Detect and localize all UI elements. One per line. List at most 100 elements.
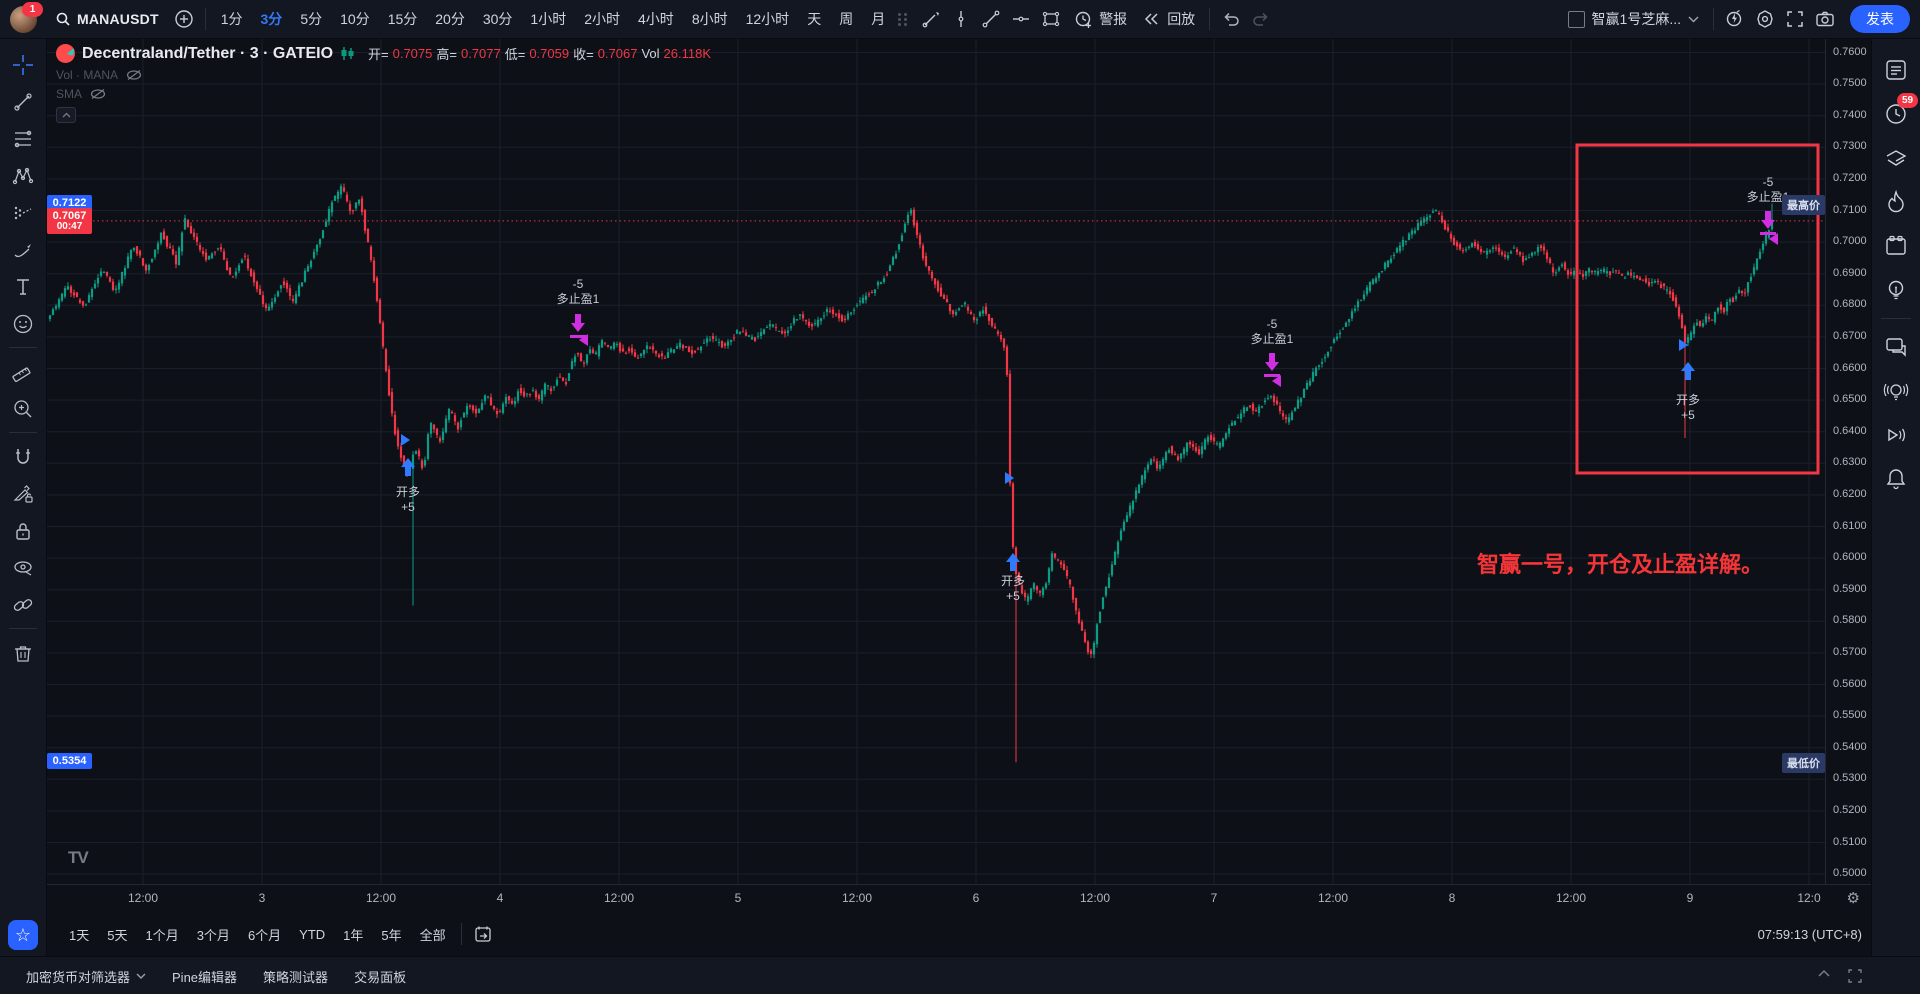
quick-search-button[interactable]	[1720, 4, 1750, 34]
range-6个月[interactable]: 6个月	[239, 921, 290, 948]
ideas-button[interactable]	[1878, 272, 1914, 308]
hotlist-button[interactable]	[1878, 184, 1914, 220]
forecast-tool[interactable]	[6, 196, 40, 230]
layers-button[interactable]	[1878, 140, 1914, 176]
emoji-tool[interactable]	[6, 307, 40, 341]
measure-tool[interactable]	[6, 355, 40, 389]
alert-button[interactable]: 警报	[1066, 4, 1135, 34]
snapshot-button[interactable]	[1810, 4, 1840, 34]
highest-price-label: 最高价	[1782, 194, 1825, 215]
chart-area[interactable]: 开多 +5 -5 多止盈1 开多 +5 -5 多止盈1 开多 +5 -5 多止盈1 智赢一号，开仓及止盈…	[46, 38, 1872, 884]
remove-drawings-tool[interactable]	[6, 636, 40, 670]
vertical-line-tool-button[interactable]	[946, 4, 976, 34]
publish-button[interactable]: 发表	[1850, 5, 1910, 33]
interval-12小时[interactable]: 12小时	[737, 4, 799, 34]
trend-line-tool-button[interactable]	[976, 4, 1006, 34]
calendar-icon	[1886, 235, 1906, 255]
interval-1分[interactable]: 1分	[212, 4, 252, 34]
lock-all-tool[interactable]	[6, 514, 40, 548]
watchlist-button[interactable]	[1878, 52, 1914, 88]
layout-selector[interactable]: 智赢1号芝麻...	[1560, 9, 1707, 29]
object-tree-link-tool[interactable]	[6, 588, 40, 622]
drag-handle-icon[interactable]	[898, 12, 908, 26]
goto-date-button[interactable]	[468, 919, 498, 949]
clock-timezone[interactable]: 07:59:13 (UTC+8)	[1758, 927, 1862, 942]
interval-天[interactable]: 天	[798, 4, 830, 34]
indicator-volume-row[interactable]: Vol · MANA	[56, 68, 711, 82]
tab-策略测试器[interactable]: 策略测试器	[263, 967, 328, 986]
interval-5分[interactable]: 5分	[291, 4, 331, 34]
range-5年[interactable]: 5年	[372, 921, 410, 948]
notifications-bell-icon	[1886, 469, 1906, 490]
hide-all-tool[interactable]	[6, 551, 40, 585]
notifications-button[interactable]	[1878, 461, 1914, 497]
video-stream-icon	[1888, 428, 1905, 442]
crosshair-tool[interactable]	[6, 48, 40, 82]
time-tick: 12:00	[1555, 891, 1587, 905]
interval-1小时[interactable]: 1小时	[521, 4, 575, 34]
range-YTD[interactable]: YTD	[290, 923, 334, 946]
range-全部[interactable]: 全部	[411, 921, 455, 948]
tradingview-watermark[interactable]: TV	[68, 848, 89, 868]
ideas-stream-button[interactable]	[1878, 373, 1914, 409]
time-axis[interactable]: ⚙ 12:00 3 12:00 4 12:00 5 12:00 6 12:00 7 12:00 8 12…	[46, 884, 1872, 913]
magnet-tool[interactable]	[6, 440, 40, 474]
range-1年[interactable]: 1年	[334, 921, 372, 948]
range-5天[interactable]: 5天	[98, 921, 136, 948]
brush-tool[interactable]	[6, 233, 40, 267]
interval-30分[interactable]: 30分	[474, 4, 522, 34]
alerts-button[interactable]: 59	[1878, 93, 1918, 132]
indicator-sma-label: SMA	[56, 87, 83, 101]
arrow-tool-button[interactable]	[916, 4, 946, 34]
alert-label: 警报	[1099, 11, 1128, 27]
text-tool[interactable]	[6, 270, 40, 304]
compare-add-button[interactable]	[169, 4, 199, 34]
tab-加密货币对筛选器[interactable]: 加密货币对筛选器	[26, 967, 146, 986]
panel-fullscreen-icon[interactable]	[1848, 969, 1862, 983]
symbol-title[interactable]: Decentraland/Tether · 3 · GATEIO	[82, 45, 333, 63]
zoom-in-tool[interactable]	[6, 392, 40, 426]
trend-line-tool[interactable]	[6, 85, 40, 119]
indicator-sma-row[interactable]: SMA	[56, 87, 711, 101]
chat-button[interactable]	[1878, 329, 1914, 365]
range-3个月[interactable]: 3个月	[188, 921, 239, 948]
interval-周[interactable]: 周	[830, 4, 862, 34]
horizontal-line-tool-button[interactable]	[1006, 4, 1036, 34]
drawing-lock-tool[interactable]	[6, 477, 40, 511]
undo-button[interactable]	[1216, 4, 1246, 34]
pattern-tool[interactable]	[6, 159, 40, 193]
fullscreen-button[interactable]	[1780, 4, 1810, 34]
settings-button[interactable]	[1750, 4, 1780, 34]
interval-4小时[interactable]: 4小时	[629, 4, 683, 34]
symbol-search[interactable]: MANAUSDT	[45, 0, 169, 38]
interval-月[interactable]: 月	[862, 4, 894, 34]
crosshair-icon	[13, 54, 33, 75]
axis-settings-gear-icon[interactable]: ⚙	[1847, 889, 1860, 907]
legend-collapse-button[interactable]	[56, 107, 76, 123]
panel-expand-icon[interactable]	[1818, 969, 1830, 977]
svg-text:-5: -5	[1267, 317, 1278, 331]
rectangle-tool-button[interactable]	[1036, 4, 1066, 34]
interval-15分[interactable]: 15分	[379, 4, 427, 34]
tab-Pine编辑器[interactable]: Pine编辑器	[172, 967, 237, 986]
user-avatar[interactable]: 1	[10, 1, 43, 33]
fib-retracement-tool[interactable]	[6, 122, 40, 156]
interval-10分[interactable]: 10分	[331, 4, 379, 34]
interval-2小时[interactable]: 2小时	[575, 4, 629, 34]
price-chart[interactable]: 开多+5-5多止盈1开多+5-5多止盈1开多+5-5多止盈1智赢一号，开仓及止盈…	[46, 38, 1872, 884]
range-1个月[interactable]: 1个月	[136, 921, 187, 948]
interval-3分[interactable]: 3分	[252, 4, 292, 34]
interval-8小时[interactable]: 8小时	[683, 4, 737, 34]
eye-hidden-icon[interactable]	[90, 88, 106, 100]
price-axis[interactable]: 0.7600 0.7500 0.7400 0.7300 0.7200 0.7100 0.70…	[1825, 38, 1872, 884]
redo-button[interactable]	[1246, 4, 1276, 34]
eye-hidden-icon[interactable]	[126, 69, 142, 81]
tab-交易面板[interactable]: 交易面板	[354, 967, 406, 986]
settings-gear-icon	[1757, 10, 1773, 28]
replay-button[interactable]: 回放	[1135, 4, 1203, 34]
calendar-button[interactable]	[1878, 228, 1914, 264]
interval-20分[interactable]: 20分	[426, 4, 474, 34]
range-1天[interactable]: 1天	[60, 921, 98, 948]
video-stream-button[interactable]	[1878, 417, 1914, 453]
favorites-star-button[interactable]: ☆	[8, 920, 38, 950]
